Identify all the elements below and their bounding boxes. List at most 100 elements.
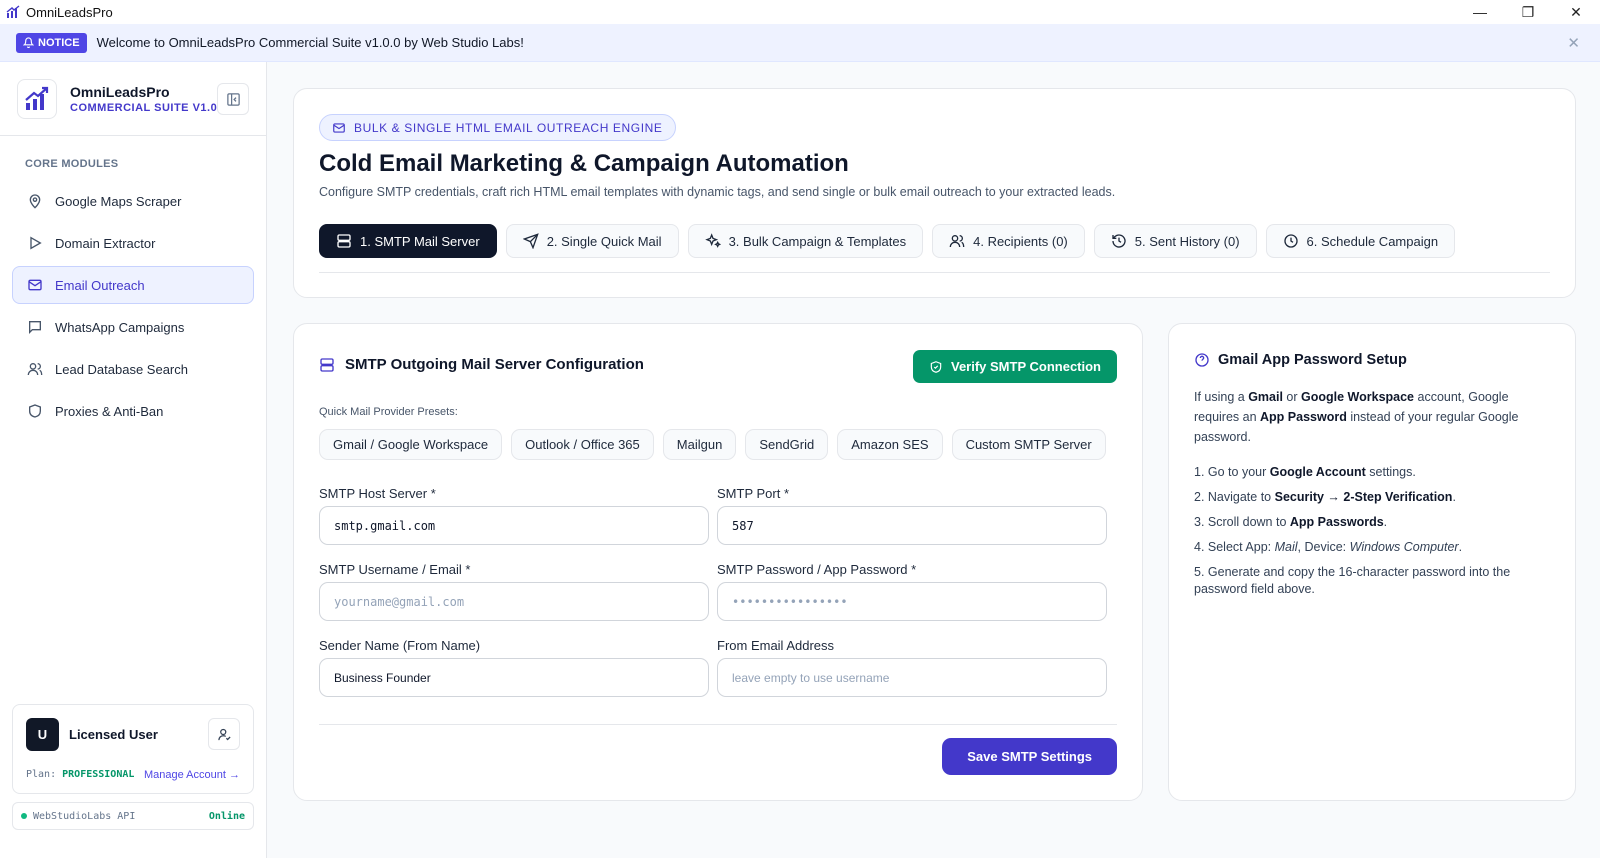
play-icon [30,236,42,250]
tab-label: 4. Recipients (0) [973,233,1068,249]
tab-schedule-campaign[interactable]: 6. Schedule Campaign [1265,224,1456,258]
sidebar-item-label: Lead Database Search [55,361,188,377]
history-icon [1112,234,1126,248]
engine-pill-label: BULK & SINGLE HTML EMAIL OUTREACH ENGINE [354,120,663,135]
sidebar-item-label: Email Outreach [55,277,145,293]
gmail-help-card: Gmail App Password Setup If using a Gmai… [1168,323,1576,801]
page-title: Cold Email Marketing & Campaign Automati… [319,150,849,177]
help-step: 4. Select App: Mail, Device: Windows Com… [1194,540,1463,554]
tab-bar: 1. SMTP Mail Server 2. Single Quick Mail… [319,224,1456,258]
sidebar-item-label: WhatsApp Campaigns [55,319,185,335]
brand-text: OmniLeadsPro COMMERCIAL SUITE V1.0 [70,84,217,114]
sidebar-collapse-icon [226,92,240,106]
smtp-section-title: SMTP Outgoing Mail Server Configuration [345,356,644,373]
brand-name: OmniLeadsPro [70,83,170,100]
help-step: 2. Navigate to Security → 2-Step Verific… [1194,490,1456,504]
users-icon [949,235,965,248]
divider [319,724,1117,725]
presets-label: Quick Mail Provider Presets: [319,406,458,418]
preset-amazon-ses-button[interactable]: Amazon SES [837,429,943,460]
tab-single-quick-mail[interactable]: 2. Single Quick Mail [505,224,679,258]
users-icon [27,363,43,376]
tab-label: 2. Single Quick Mail [546,233,662,249]
brand-logo [17,78,57,119]
sidebar-item-label: Proxies & Anti-Ban [55,403,164,419]
bell-icon [23,37,34,48]
tab-label: 3. Bulk Campaign & Templates [728,233,907,249]
smtp-section-header: SMTP Outgoing Mail Server Configuration [319,356,644,373]
api-name: WebStudioLabs API [33,810,136,822]
plan-label: Plan: [26,769,57,780]
help-step: 5. Generate and copy the 16-character pa… [1194,565,1511,596]
window-title: OmniLeadsPro [26,4,113,20]
tab-label: 6. Schedule Campaign [1306,233,1439,249]
help-step: 3. Scroll down to App Passwords. [1194,515,1388,529]
user-settings-button[interactable] [208,718,240,750]
verify-smtp-label: Verify SMTP Connection [950,359,1101,374]
hero-card: BULK & SINGLE HTML EMAIL OUTREACH ENGINE… [293,88,1576,298]
notice-badge: NOTICE [16,32,87,53]
from-email-label: From Email Address [717,638,835,653]
restore-button[interactable]: ❐ [1504,0,1552,24]
preset-gmail-button[interactable]: Gmail / Google Workspace [319,429,503,460]
sidebar-item-label: Google Maps Scraper [55,193,182,209]
tab-recipients[interactable]: 4. Recipients (0) [932,224,1085,258]
app-logo-icon [6,5,20,18]
preset-sendgrid-button[interactable]: SendGrid [745,429,829,460]
sender-name-label: Sender Name (From Name) [319,638,481,653]
section-label-core-modules: CORE MODULES [25,158,119,170]
shield-icon [29,404,41,418]
provider-presets: Gmail / Google Workspace Outlook / Offic… [319,429,1106,460]
sender-name-input[interactable] [319,658,709,697]
sidebar-item-domain-extractor[interactable]: Domain Extractor [12,224,254,262]
user-card: U Licensed User Plan: PROFESSIONAL Manag… [12,704,254,794]
plan-info: Plan: PROFESSIONAL [26,769,134,780]
plan-value: PROFESSIONAL [62,769,135,780]
avatar: U [26,718,59,751]
engine-pill: BULK & SINGLE HTML EMAIL OUTREACH ENGINE [319,114,676,141]
help-title: Gmail App Password Setup [1218,352,1407,368]
notice-badge-label: NOTICE [38,36,80,49]
tab-sent-history[interactable]: 5. Sent History (0) [1093,224,1257,258]
preset-mailgun-button[interactable]: Mailgun [662,429,737,460]
shield-check-icon [930,360,942,373]
brand-header: OmniLeadsPro COMMERCIAL SUITE V1.0 [0,62,266,136]
api-status-badge: Online [208,810,245,822]
chart-logo-icon [25,86,49,110]
minimize-button[interactable]: — [1456,0,1504,24]
smtp-host-label: SMTP Host Server * [319,486,436,501]
sidebar-nav: Google Maps Scraper Domain Extractor Ema… [0,182,266,430]
sidebar-item-proxies-anti-ban[interactable]: Proxies & Anti-Ban [12,392,254,430]
title-bar: OmniLeadsPro — ❐ ✕ [0,0,1600,24]
notice-text: Welcome to OmniLeadsPro Commercial Suite… [96,35,524,50]
tab-smtp-mail-server[interactable]: 1. SMTP Mail Server [319,224,497,258]
sidebar: OmniLeadsPro COMMERCIAL SUITE V1.0 CORE … [0,62,267,858]
sidebar-item-google-maps-scraper[interactable]: Google Maps Scraper [12,182,254,220]
user-check-icon [217,728,231,740]
from-email-input[interactable] [717,658,1107,697]
window-controls: — ❐ ✕ [1456,0,1600,24]
notice-close-icon[interactable]: ✕ [1567,34,1580,52]
collapse-sidebar-button[interactable] [217,83,249,115]
sidebar-item-email-outreach[interactable]: Email Outreach [12,266,254,304]
preset-custom-smtp-button[interactable]: Custom SMTP Server [951,429,1106,460]
tab-label: 5. Sent History (0) [1134,233,1240,249]
smtp-host-input[interactable] [319,506,709,545]
save-smtp-button[interactable]: Save SMTP Settings [942,738,1117,775]
preset-outlook-button[interactable]: Outlook / Office 365 [511,429,654,460]
manage-account-link[interactable]: Manage Account → [144,769,240,781]
smtp-port-input[interactable] [717,506,1107,545]
sidebar-item-label: Domain Extractor [55,235,156,251]
close-window-button[interactable]: ✕ [1552,0,1600,24]
smtp-username-input[interactable] [319,582,709,621]
sidebar-item-whatsapp-campaigns[interactable]: WhatsApp Campaigns [12,308,254,346]
smtp-config-card: SMTP Outgoing Mail Server Configuration … [293,323,1143,801]
verify-smtp-button[interactable]: Verify SMTP Connection [912,350,1117,383]
sparkles-icon [704,233,721,248]
api-status-card: WebStudioLabs API Online [12,802,254,830]
sidebar-item-lead-database-search[interactable]: Lead Database Search [12,350,254,388]
smtp-port-label: SMTP Port * [717,486,790,501]
divider [319,272,1550,273]
smtp-password-input[interactable] [717,582,1107,621]
tab-bulk-campaign[interactable]: 3. Bulk Campaign & Templates [687,224,924,258]
